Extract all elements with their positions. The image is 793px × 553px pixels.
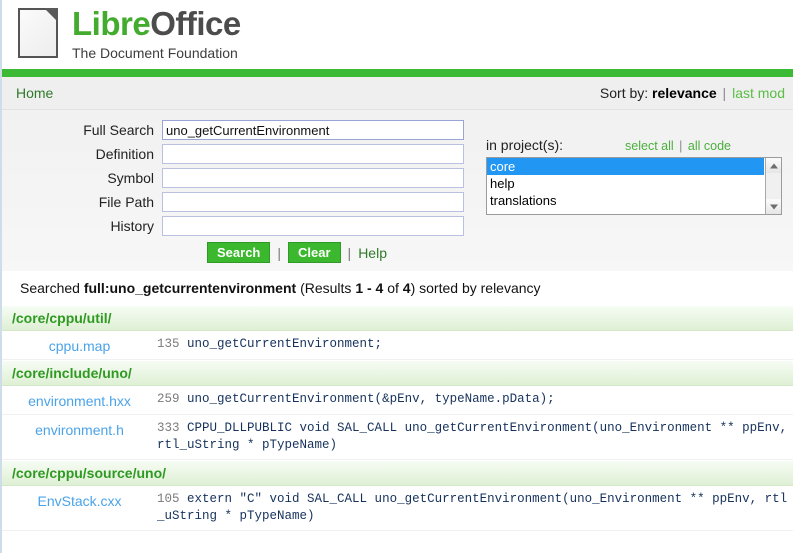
result-row: environment.hxx 259 uno_getCurrentEnviro… <box>2 386 793 415</box>
summary-prefix: Searched <box>20 280 84 296</box>
result-file-link[interactable]: EnvStack.cxx <box>2 491 157 509</box>
summary-suffix: ) sorted by relevancy <box>410 280 541 296</box>
label-history: History <box>110 218 154 234</box>
logo-libre-text: Libre <box>72 4 151 42</box>
navbar: Home Sort by: relevance | last mod <box>2 77 793 110</box>
button-separator-1: | <box>277 244 282 261</box>
project-option-help[interactable]: help <box>487 175 764 192</box>
green-divider <box>2 69 793 77</box>
label-file-path: File Path <box>98 194 154 210</box>
result-code-text: uno_getCurrentEnvironment(&pEnv, typeNam… <box>187 392 555 406</box>
result-file-link[interactable]: environment.h <box>2 420 157 438</box>
projects-label: in project(s): <box>486 137 564 153</box>
label-definition: Definition <box>95 146 154 162</box>
logo-office-text: Office <box>150 4 241 42</box>
document-icon <box>16 6 60 60</box>
results-list: /core/cppu/util/ cppu.map 135 uno_getCur… <box>2 305 793 531</box>
symbol-input[interactable] <box>162 168 464 188</box>
summary-results-open: (Results <box>296 280 356 296</box>
history-input[interactable] <box>162 216 464 236</box>
scroll-up-button[interactable] <box>766 158 781 173</box>
label-symbol: Symbol <box>107 170 154 186</box>
scroll-down-button[interactable] <box>766 199 781 214</box>
logo-text: LibreOffice The Document Foundation <box>72 7 241 60</box>
directory-header[interactable]: /core/include/uno/ <box>2 360 793 386</box>
all-code-link[interactable]: all code <box>688 139 731 153</box>
clear-button[interactable]: Clear <box>288 242 341 263</box>
result-code: 259 uno_getCurrentEnvironment(&pEnv, typ… <box>157 391 793 408</box>
summary-range: 1 - 4 <box>355 280 384 296</box>
result-row: environment.h 333 CPPU_DLLPUBLIC void SA… <box>2 415 793 460</box>
definition-input[interactable] <box>162 144 464 164</box>
summary-query: full:uno_getcurrentenvironment <box>83 280 297 296</box>
select-all-link[interactable]: select all <box>625 139 674 153</box>
chevron-down-icon <box>769 204 778 209</box>
result-row: cppu.map 135 uno_getCurrentEnvironment; <box>2 331 793 360</box>
result-code: 105 extern "C" void SAL_CALL uno_getCurr… <box>157 491 793 525</box>
result-code: 135 uno_getCurrentEnvironment; <box>157 336 793 353</box>
sort-option-relevance[interactable]: relevance <box>652 85 717 101</box>
masthead: LibreOffice The Document Foundation <box>2 0 793 69</box>
page-container: LibreOffice The Document Foundation Home… <box>0 0 793 553</box>
directory-header[interactable]: /core/cppu/util/ <box>2 305 793 331</box>
chevron-up-icon <box>769 163 778 168</box>
result-line-number: 105 <box>157 492 180 506</box>
sort-controls: Sort by: relevance | last mod <box>600 85 785 101</box>
form-row-history: History <box>2 216 793 236</box>
result-code-text: CPPU_DLLPUBLIC void SAL_CALL uno_getCurr… <box>157 421 788 452</box>
home-link[interactable]: Home <box>16 85 53 101</box>
projects-listbox[interactable]: core help translations <box>486 157 782 215</box>
result-code-text: extern "C" void SAL_CALL uno_getCurrentE… <box>157 492 788 523</box>
summary-total: 4 <box>402 280 411 296</box>
result-line-number: 333 <box>157 421 180 435</box>
sort-label: Sort by: <box>599 85 649 101</box>
full-search-input[interactable] <box>162 120 464 140</box>
result-code-text: uno_getCurrentEnvironment; <box>187 337 383 351</box>
label-full-search: Full Search <box>83 122 154 138</box>
logo[interactable]: LibreOffice The Document Foundation <box>16 0 793 60</box>
result-code: 333 CPPU_DLLPUBLIC void SAL_CALL uno_get… <box>157 420 793 454</box>
search-form: Full Search Definition Symbol File Path … <box>2 110 793 271</box>
result-row: EnvStack.cxx 105 extern "C" void SAL_CAL… <box>2 486 793 531</box>
form-buttons: Search | Clear | Help <box>2 242 793 263</box>
summary-of: of <box>383 280 403 296</box>
help-link[interactable]: Help <box>358 245 387 261</box>
logo-tagline: The Document Foundation <box>72 44 238 61</box>
directory-header[interactable]: /core/cppu/source/uno/ <box>2 460 793 486</box>
projects-scrollbar[interactable] <box>765 158 781 214</box>
results-summary: Searched full:uno_getcurrentenvironment … <box>2 271 793 305</box>
sort-separator: | <box>722 85 727 101</box>
projects-links: select all | all code <box>625 139 731 153</box>
projects-link-separator: | <box>679 139 683 153</box>
projects-header: in project(s): select all | all code <box>486 137 782 153</box>
projects-panel: in project(s): select all | all code cor… <box>486 137 782 215</box>
result-file-link[interactable]: environment.hxx <box>2 391 157 409</box>
projects-options: core help translations <box>487 158 764 214</box>
project-option-core[interactable]: core <box>487 158 764 175</box>
search-button[interactable]: Search <box>207 242 271 263</box>
button-separator-2: | <box>347 244 352 261</box>
file-path-input[interactable] <box>162 192 464 212</box>
project-option-translations[interactable]: translations <box>487 192 764 209</box>
result-file-link[interactable]: cppu.map <box>2 336 157 354</box>
sort-option-lastmodified[interactable]: last mod <box>732 85 785 101</box>
result-line-number: 259 <box>157 392 180 406</box>
result-line-number: 135 <box>157 337 180 351</box>
